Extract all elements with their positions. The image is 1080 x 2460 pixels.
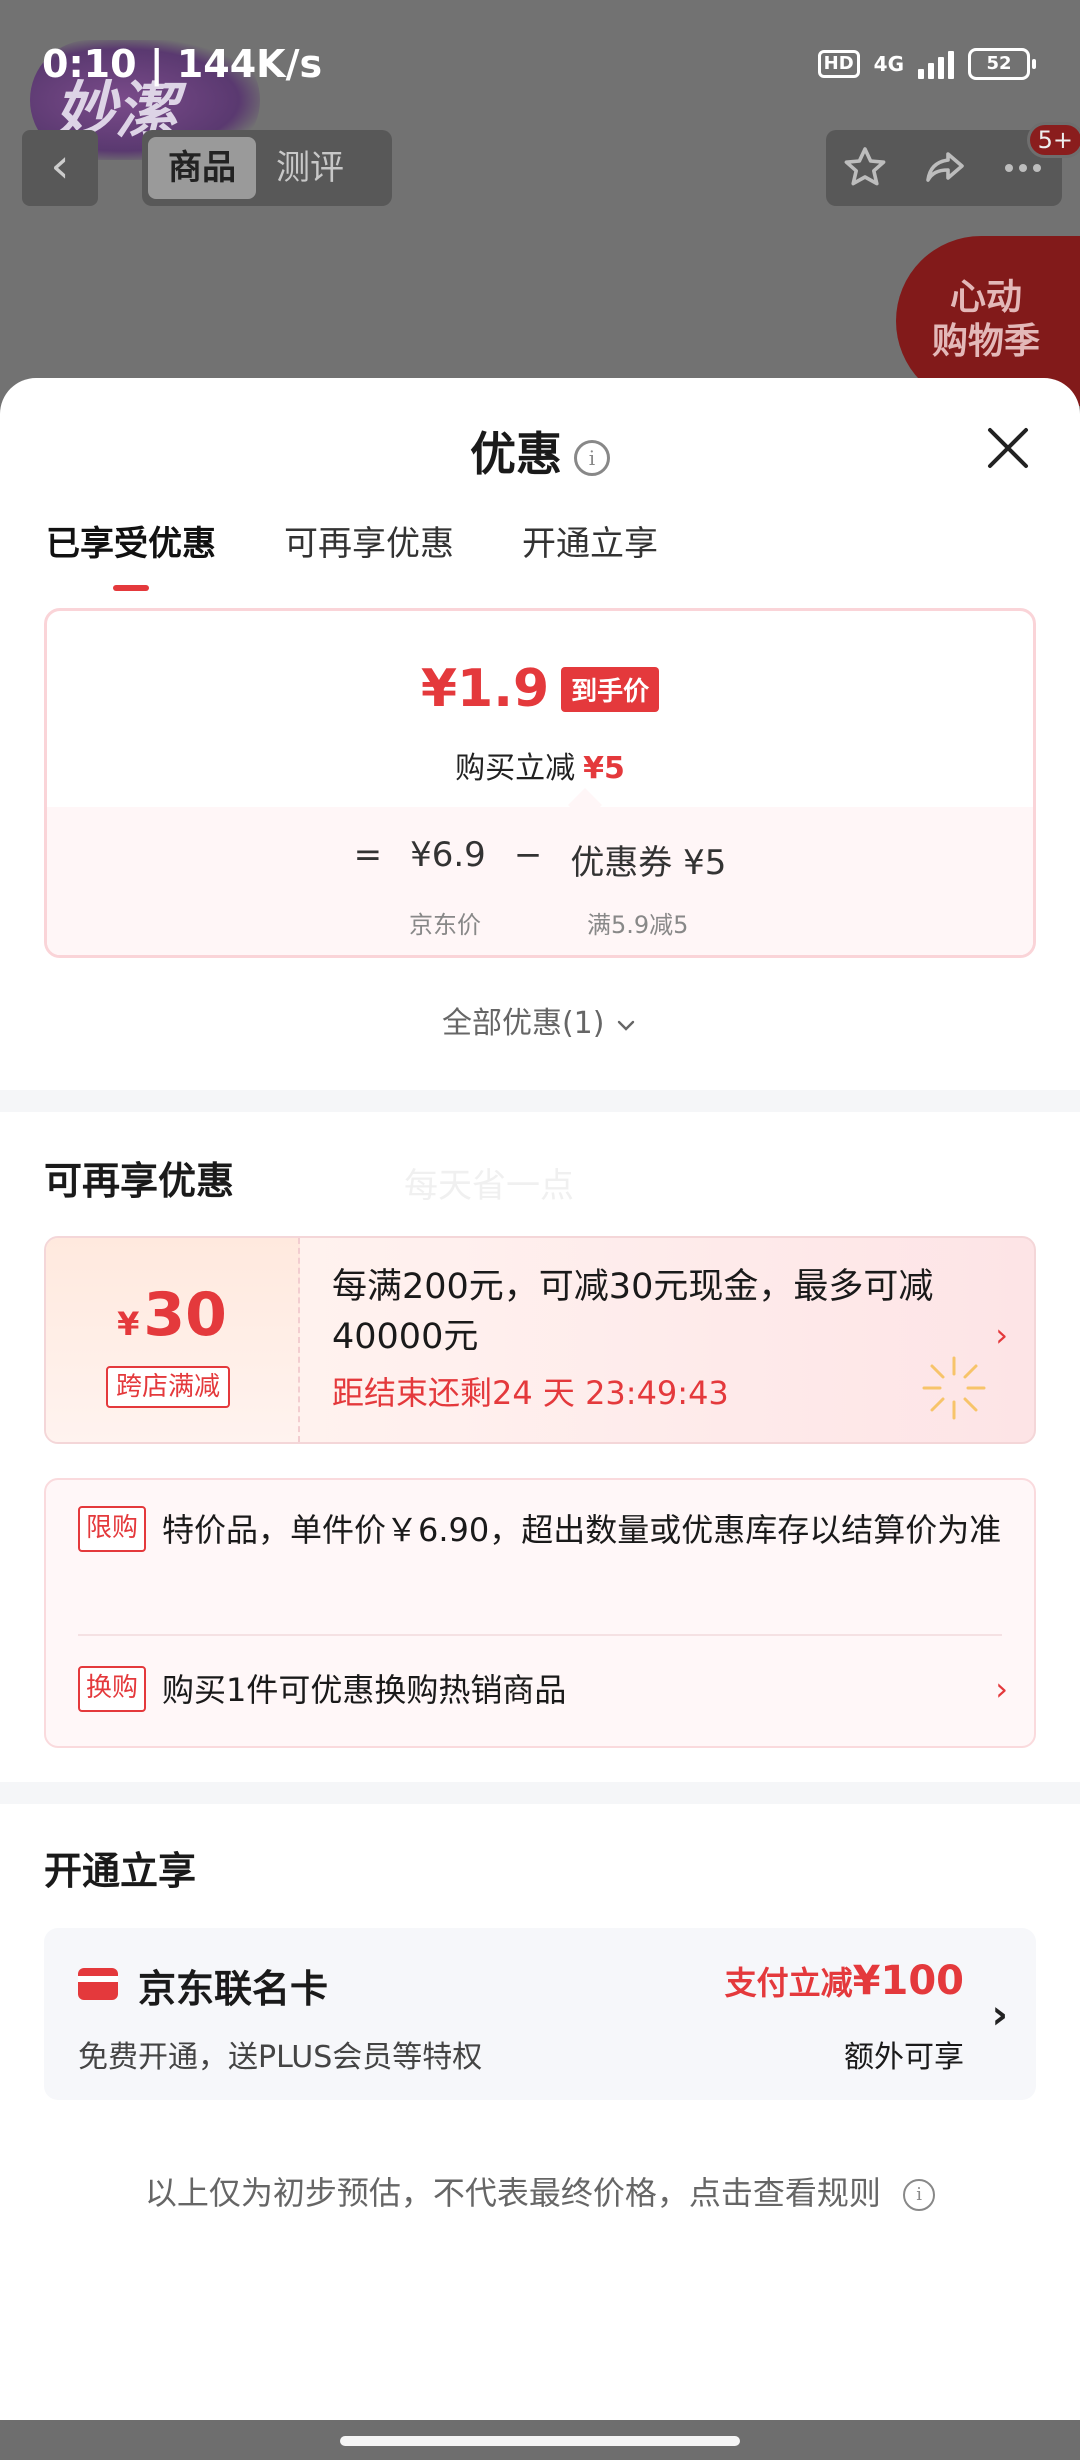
notification-badge: 5+	[1026, 122, 1080, 158]
footer-text: 以上仅为初步预估，不代表最终价格，点击查看规则	[144, 2174, 881, 2212]
promo-text: 心动 购物季	[932, 276, 1040, 364]
action-group: 5+	[826, 122, 1080, 206]
chevron-right-icon: ›	[995, 1670, 1008, 1708]
back-button[interactable]: ‹	[22, 130, 98, 206]
final-price-tag: 到手价	[561, 666, 660, 712]
section-divider	[0, 1090, 1080, 1112]
watermark-text: 每天省一点	[404, 1166, 574, 1206]
card-discount-amount: ¥100	[852, 1958, 964, 2004]
signal-icon	[918, 49, 954, 79]
tab-product[interactable]: 商品	[148, 137, 256, 199]
battery-icon: 52	[968, 48, 1036, 80]
rule-text: 购买1件可优惠换购热销商品	[162, 1671, 567, 1709]
coupon-left: ¥30 跨店满减	[46, 1238, 300, 1442]
coupon-description: 每满200元，可减30元现金，最多可减40000元	[332, 1267, 934, 1357]
chevron-right-icon: ›	[991, 1992, 1008, 2038]
promotions-sheet: 优惠 i 已享受优惠 可再享优惠 开通立享 ¥1.9 到手价 购买立减 ¥5 = ¥…	[0, 378, 1080, 2420]
price-breakdown-card: ¥1.9 到手价 购买立减 ¥5 = ¥6.9 − 优惠券 ¥5 京东价 满5.9…	[44, 608, 1036, 958]
promo-tabs: 已享受优惠 可再享优惠 开通立享	[46, 516, 658, 591]
network-type: 4G	[873, 52, 904, 76]
coupon-type-tag: 跨店满减	[106, 1366, 231, 1408]
rule-text: 特价品，单件价￥6.90，超出数量或优惠库存以结算价为准	[162, 1511, 1002, 1549]
coupon-countdown: 距结束还剩24 天 23:49:43	[332, 1374, 729, 1412]
top-nav: ‹ 商品 测评 5+	[22, 122, 1080, 206]
tab-review[interactable]: 测评	[256, 137, 364, 199]
credit-card-icon	[78, 1968, 118, 2000]
section-divider	[0, 1782, 1080, 1804]
final-price: ¥1.9	[420, 659, 550, 719]
firework-icon	[922, 1356, 986, 1420]
reduce-label: 购买立减	[455, 751, 576, 786]
rule-tag: 限购	[78, 1506, 147, 1552]
cross-store-coupon[interactable]: ¥30 跨店满减 每满200元，可减30元现金，最多可减40000元 距结束还剩…	[44, 1236, 1036, 1444]
sheet-title: 优惠 i	[0, 418, 1080, 484]
promo-line2: 购物季	[932, 321, 1041, 362]
more-section-title: 可再享优惠	[44, 1159, 235, 1203]
rule-tag: 换购	[78, 1666, 147, 1712]
all-promos-link[interactable]: 全部优惠(1)	[0, 998, 1080, 1042]
card-name: 京东联名卡	[138, 1967, 329, 2011]
open-section-title: 开通立享	[44, 1849, 197, 1893]
home-indicator[interactable]	[340, 2436, 740, 2446]
coupon-currency: ¥	[117, 1305, 140, 1343]
jd-cobrand-card[interactable]: 京东联名卡 免费开通，送PLUS会员等特权 支付立减¥100 额外可享 ›	[44, 1928, 1036, 2100]
coupon-amount: ¥30	[46, 1280, 298, 1350]
product-tab-switch: 商品 测评	[142, 130, 392, 206]
share-icon[interactable]	[918, 142, 970, 194]
tab-enjoyed[interactable]: 已享受优惠	[46, 516, 216, 591]
card-discount: 支付立减¥100	[725, 1958, 964, 2004]
chevron-right-icon: ›	[995, 1316, 1008, 1354]
calc-area: = ¥6.9 − 优惠券 ¥5 京东价 满5.9减5	[47, 807, 1033, 955]
card-benefit: 免费开通，送PLUS会员等特权	[78, 2040, 483, 2075]
promo-line1: 心动	[950, 277, 1023, 318]
tab-open-enjoy[interactable]: 开通立享	[522, 516, 658, 591]
coupon-amount-value: 30	[143, 1280, 227, 1350]
sheet-title-text: 优惠	[470, 427, 562, 481]
reduce-amount: ¥5	[583, 751, 625, 786]
card-extra: 额外可享	[844, 2040, 964, 2075]
chevron-down-icon	[617, 1020, 635, 1031]
purchase-rules-card: 限购 特价品，单件价￥6.90，超出数量或优惠库存以结算价为准 换购 购买1件可…	[44, 1478, 1036, 1748]
info-icon: i	[903, 2179, 936, 2211]
card-discount-prefix: 支付立减	[724, 1964, 853, 2002]
tab-more-available[interactable]: 可再享优惠	[284, 516, 454, 591]
status-icons: HD 4G 52	[817, 48, 1036, 80]
rules-footer-link[interactable]: 以上仅为初步预估，不代表最终价格，点击查看规则 i	[0, 2168, 1080, 2214]
final-price-area: ¥1.9 到手价 购买立减 ¥5	[47, 611, 1033, 807]
jd-price-caption: 京东价	[409, 911, 481, 939]
status-bar: 0:10 | 144K/s HD 4G 52	[0, 0, 1080, 120]
jd-price: ¥6.9	[410, 835, 486, 875]
rule-limit: 限购 特价品，单件价￥6.90，超出数量或优惠库存以结算价为准	[78, 1506, 1002, 1554]
close-icon[interactable]	[984, 424, 1032, 472]
all-promos-label: 全部优惠(1)	[441, 1006, 605, 1041]
status-time: 0:10 | 144K/s	[42, 42, 323, 86]
minus-sign: −	[513, 835, 543, 875]
favorite-star-icon[interactable]	[839, 142, 891, 194]
coupon-label: 优惠券 ¥5	[570, 843, 727, 883]
calc-row: = ¥6.9 − 优惠券 ¥5	[47, 835, 1033, 884]
coupon-caption: 满5.9减5	[587, 911, 689, 939]
reduce-row: 购买立减 ¥5	[47, 743, 1033, 787]
equals-sign: =	[353, 835, 383, 875]
hd-icon: HD	[817, 50, 860, 78]
rule-divider	[78, 1634, 1002, 1636]
rule-exchange[interactable]: 换购 购买1件可优惠换购热销商品	[78, 1666, 1002, 1714]
final-price-row: ¥1.9 到手价	[47, 659, 1033, 719]
info-icon[interactable]: i	[574, 439, 610, 476]
